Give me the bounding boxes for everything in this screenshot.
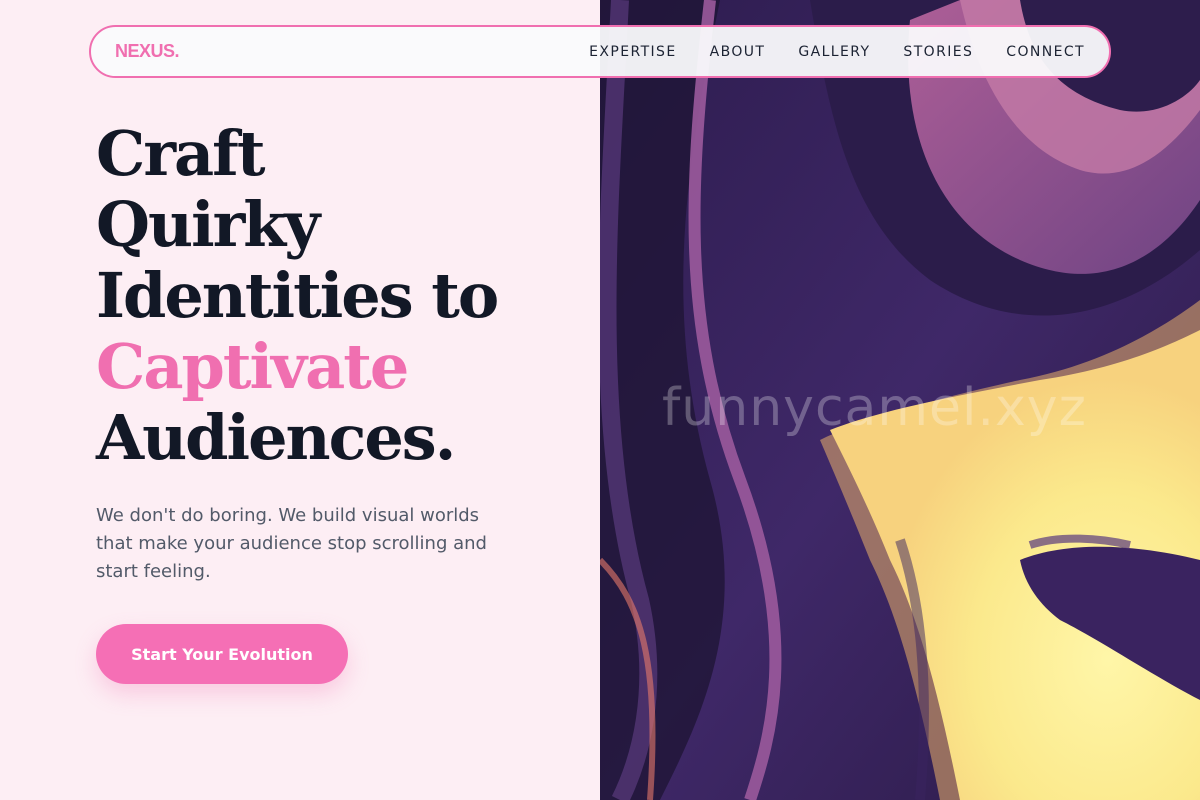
nav-item-expertise[interactable]: EXPERTISE: [589, 44, 676, 60]
hero-headline: Craft Quirky Identities to Captivate Aud…: [96, 117, 499, 474]
headline-highlight: Captivate: [96, 330, 409, 403]
headline-line-1: Craft: [96, 117, 266, 190]
nav-links: EXPERTISE ABOUT GALLERY STORIES CONNECT: [589, 44, 1085, 60]
headline-line-3: Identities to: [96, 259, 499, 332]
nav-item-gallery[interactable]: GALLERY: [798, 44, 870, 60]
nav-item-stories[interactable]: STORIES: [903, 44, 973, 60]
start-evolution-button[interactable]: Start Your Evolution: [96, 624, 348, 684]
watermark-text: funnycamel.xyz: [662, 378, 1087, 438]
hero-subtext: We don't do boring. We build visual worl…: [96, 505, 487, 582]
top-navbar: NEXUS. EXPERTISE ABOUT GALLERY STORIES C…: [89, 25, 1111, 78]
nav-item-about[interactable]: ABOUT: [710, 44, 766, 60]
nav-item-connect[interactable]: CONNECT: [1006, 44, 1085, 60]
brand-logo[interactable]: NEXUS.: [115, 41, 180, 62]
headline-line-2: Quirky: [96, 188, 320, 261]
headline-line-5: Audiences.: [96, 401, 456, 474]
